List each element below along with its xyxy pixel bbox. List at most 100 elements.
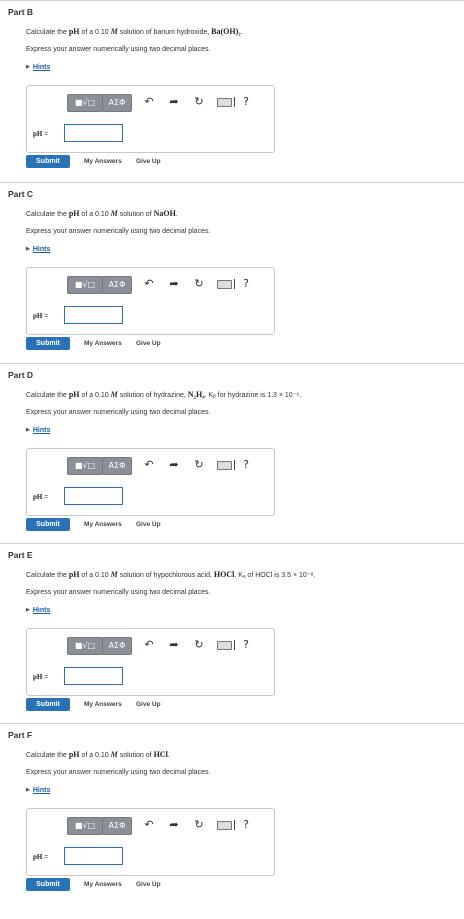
undo-icon[interactable]: ↶ bbox=[142, 638, 156, 652]
ph-label: pH = bbox=[33, 493, 49, 501]
greek-symbols-button[interactable]: ΑΣΦ bbox=[102, 817, 132, 835]
expand-triangle-icon: ▶ bbox=[26, 64, 30, 70]
my-answers-link[interactable]: My Answers bbox=[84, 340, 122, 347]
greek-symbols-button[interactable]: ΑΣΦ bbox=[102, 94, 132, 112]
redo-icon[interactable]: ➦ bbox=[167, 638, 181, 652]
ph-answer-input[interactable] bbox=[64, 306, 123, 324]
my-answers-link[interactable]: My Answers bbox=[84, 521, 122, 528]
hints-link[interactable]: ▶ Hints bbox=[26, 246, 50, 253]
answer-box: ■√□ ΑΣΦ ↶ ➦ ↻ ? pH = bbox=[26, 448, 275, 516]
part-c-section: Part C Calculate the pH of a 0.10 M solu… bbox=[0, 182, 464, 350]
templates-button[interactable]: ■√□ bbox=[67, 94, 103, 112]
help-icon[interactable]: ? bbox=[239, 277, 253, 291]
templates-button[interactable]: ■√□ bbox=[67, 457, 103, 475]
part-title: Part C bbox=[8, 189, 34, 199]
help-icon[interactable]: ? bbox=[239, 458, 253, 472]
hints-link[interactable]: ▶ Hints bbox=[26, 607, 50, 614]
ph-answer-input[interactable] bbox=[64, 487, 123, 505]
submit-button[interactable]: Submit bbox=[26, 878, 70, 891]
separator bbox=[234, 460, 235, 470]
greek-symbols-button[interactable]: ΑΣΦ bbox=[102, 457, 132, 475]
redo-icon[interactable]: ➦ bbox=[167, 818, 181, 832]
submit-button[interactable]: Submit bbox=[26, 155, 70, 168]
question-text: Calculate the pH of a 0.10 M solution of… bbox=[26, 570, 316, 579]
ph-answer-input[interactable] bbox=[64, 667, 123, 685]
answer-box: ■√□ ΑΣΦ ↶ ➦ ↻ ? pH = bbox=[26, 267, 275, 335]
templates-button[interactable]: ■√□ bbox=[67, 637, 103, 655]
reset-icon[interactable]: ↻ bbox=[192, 458, 206, 472]
hints-link[interactable]: ▶ Hints bbox=[26, 64, 50, 71]
part-title: Part F bbox=[8, 730, 33, 740]
separator bbox=[234, 820, 235, 830]
answer-box: ■√□ ΑΣΦ ↶ ➦ ↻ ? pH = bbox=[26, 85, 275, 153]
part-d-section: Part D Calculate the pH of a 0.10 M solu… bbox=[0, 363, 464, 531]
math-toolbar: ■√□ ΑΣΦ ↶ ➦ ↻ ? bbox=[67, 817, 267, 835]
math-toolbar: ■√□ ΑΣΦ ↶ ➦ ↻ ? bbox=[67, 276, 267, 294]
ph-answer-input[interactable] bbox=[64, 847, 123, 865]
part-b-section: Part B Calculate the pH of a 0.10 M solu… bbox=[0, 0, 464, 168]
reset-icon[interactable]: ↻ bbox=[192, 95, 206, 109]
undo-icon[interactable]: ↶ bbox=[142, 95, 156, 109]
submit-button[interactable]: Submit bbox=[26, 518, 70, 531]
reset-icon[interactable]: ↻ bbox=[192, 818, 206, 832]
instruction-text: Express your answer numerically using tw… bbox=[26, 46, 211, 53]
give-up-link[interactable]: Give Up bbox=[136, 158, 161, 165]
math-toolbar: ■√□ ΑΣΦ ↶ ➦ ↻ ? bbox=[67, 457, 267, 475]
question-text: Calculate the pH of a 0.10 M solution of… bbox=[26, 27, 243, 36]
part-title: Part B bbox=[8, 7, 34, 17]
redo-icon[interactable]: ➦ bbox=[167, 95, 181, 109]
expand-triangle-icon: ▶ bbox=[26, 427, 30, 433]
answer-box: ■√□ ΑΣΦ ↶ ➦ ↻ ? pH = bbox=[26, 808, 275, 876]
hints-link[interactable]: ▶ Hints bbox=[26, 427, 50, 434]
part-title: Part D bbox=[8, 370, 34, 380]
my-answers-link[interactable]: My Answers bbox=[84, 158, 122, 165]
ph-label: pH = bbox=[33, 853, 49, 861]
keyboard-icon[interactable] bbox=[217, 98, 232, 107]
ph-answer-input[interactable] bbox=[64, 124, 123, 142]
keyboard-icon[interactable] bbox=[217, 280, 232, 289]
part-title: Part E bbox=[8, 550, 33, 560]
templates-button[interactable]: ■√□ bbox=[67, 817, 103, 835]
keyboard-icon[interactable] bbox=[217, 821, 232, 830]
instruction-text: Express your answer numerically using tw… bbox=[26, 409, 211, 416]
help-icon[interactable]: ? bbox=[239, 818, 253, 832]
ph-label: pH = bbox=[33, 130, 49, 138]
expand-triangle-icon: ▶ bbox=[26, 787, 30, 793]
undo-icon[interactable]: ↶ bbox=[142, 818, 156, 832]
hints-link[interactable]: ▶ Hints bbox=[26, 787, 50, 794]
redo-icon[interactable]: ➦ bbox=[167, 277, 181, 291]
undo-icon[interactable]: ↶ bbox=[142, 458, 156, 472]
math-toolbar: ■√□ ΑΣΦ ↶ ➦ ↻ ? bbox=[67, 94, 267, 112]
ph-label: pH = bbox=[33, 673, 49, 681]
expand-triangle-icon: ▶ bbox=[26, 246, 30, 252]
part-f-section: Part F Calculate the pH of a 0.10 M solu… bbox=[0, 723, 464, 891]
greek-symbols-button[interactable]: ΑΣΦ bbox=[102, 637, 132, 655]
keyboard-icon[interactable] bbox=[217, 461, 232, 470]
ph-label: pH = bbox=[33, 312, 49, 320]
question-text: Calculate the pH of a 0.10 M solution of… bbox=[26, 209, 178, 218]
expand-triangle-icon: ▶ bbox=[26, 607, 30, 613]
help-icon[interactable]: ? bbox=[239, 638, 253, 652]
give-up-link[interactable]: Give Up bbox=[136, 701, 161, 708]
give-up-link[interactable]: Give Up bbox=[136, 881, 161, 888]
instruction-text: Express your answer numerically using tw… bbox=[26, 228, 211, 235]
my-answers-link[interactable]: My Answers bbox=[84, 701, 122, 708]
separator bbox=[234, 640, 235, 650]
submit-button[interactable]: Submit bbox=[26, 698, 70, 711]
give-up-link[interactable]: Give Up bbox=[136, 340, 161, 347]
my-answers-link[interactable]: My Answers bbox=[84, 881, 122, 888]
help-icon[interactable]: ? bbox=[239, 95, 253, 109]
submit-button[interactable]: Submit bbox=[26, 337, 70, 350]
reset-icon[interactable]: ↻ bbox=[192, 638, 206, 652]
greek-symbols-button[interactable]: ΑΣΦ bbox=[102, 276, 132, 294]
part-e-section: Part E Calculate the pH of a 0.10 M solu… bbox=[0, 543, 464, 711]
undo-icon[interactable]: ↶ bbox=[142, 277, 156, 291]
redo-icon[interactable]: ➦ bbox=[167, 458, 181, 472]
give-up-link[interactable]: Give Up bbox=[136, 521, 161, 528]
instruction-text: Express your answer numerically using tw… bbox=[26, 589, 211, 596]
templates-button[interactable]: ■√□ bbox=[67, 276, 103, 294]
instruction-text: Express your answer numerically using tw… bbox=[26, 769, 211, 776]
reset-icon[interactable]: ↻ bbox=[192, 277, 206, 291]
keyboard-icon[interactable] bbox=[217, 641, 232, 650]
question-text: Calculate the pH of a 0.10 M solution of… bbox=[26, 390, 302, 399]
